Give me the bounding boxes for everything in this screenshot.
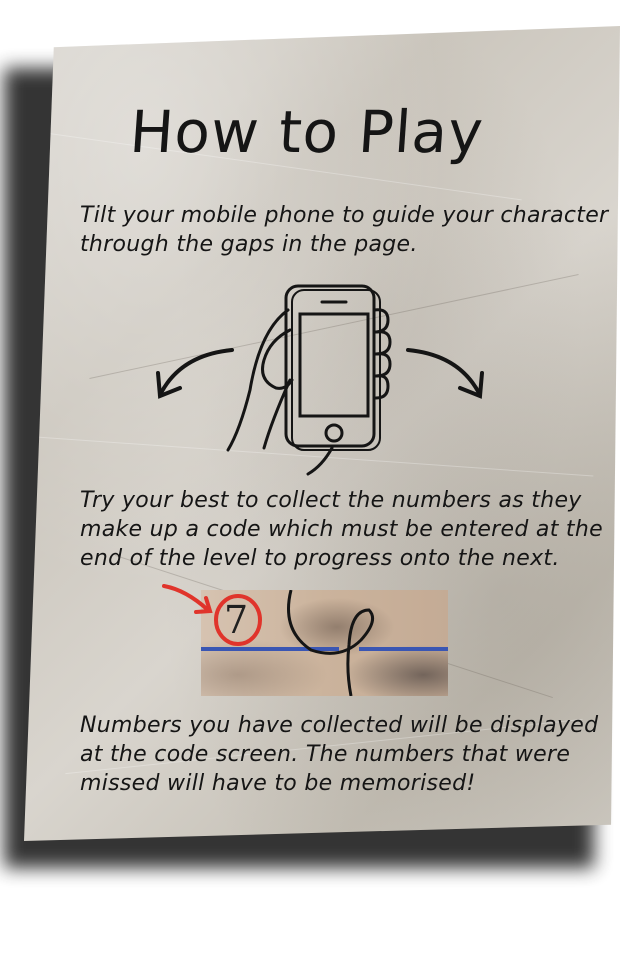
tilt-phone-illustration [156,284,484,476]
hand-holding-phone-icon [226,284,392,476]
red-arrow-icon [162,584,213,614]
example-collected-number: 7 [224,598,249,642]
curved-arrow-right-icon [406,348,484,399]
curved-arrow-left-icon [156,348,234,399]
character-trail [287,590,375,696]
instruction-collect: Try your best to collect the numbers as … [80,488,603,571]
how-to-play-screen: How to Play Tilt your mobile phone to gu… [0,0,640,960]
instruction-code-screen: Numbers you have collected will be displ… [80,713,599,796]
page-title: How to Play [127,98,486,166]
instruction-tilt: Tilt your mobile phone to guide your cha… [80,203,609,257]
